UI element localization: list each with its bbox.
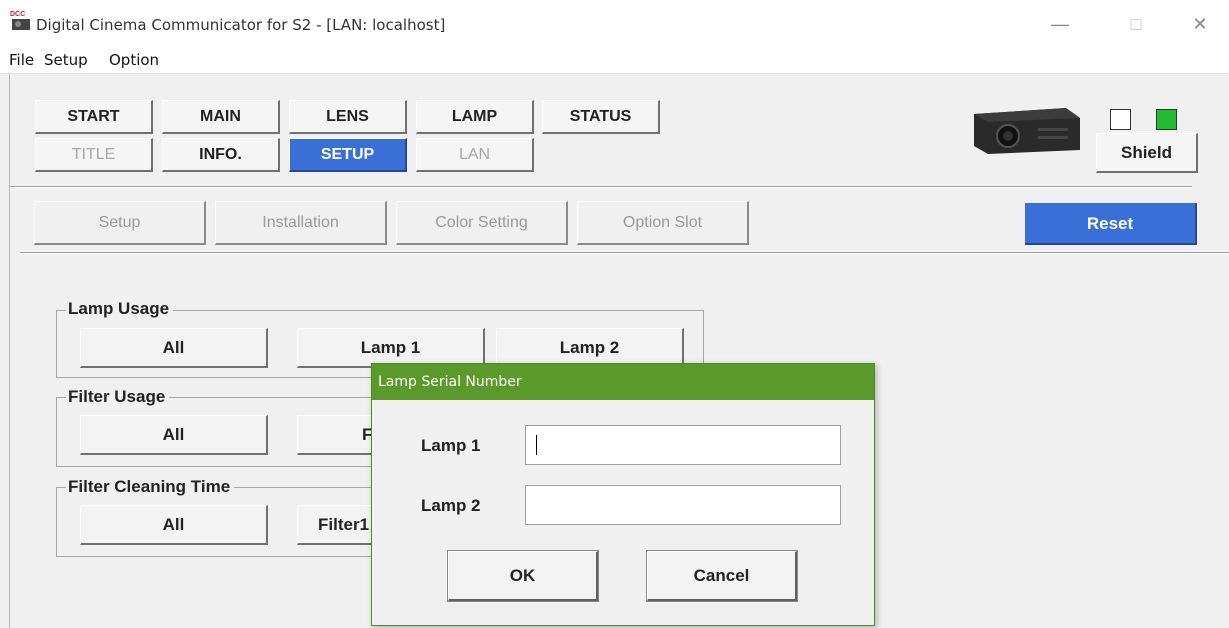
tab-lamp[interactable]: LAMP xyxy=(416,100,534,134)
lamp1-label: Lamp 1 xyxy=(421,436,481,455)
filter-usage-all-button[interactable]: All xyxy=(80,415,268,455)
filter-usage-label: Filter Usage xyxy=(66,387,170,407)
subtab-option-slot[interactable]: Option Slot xyxy=(577,201,749,245)
menu-file[interactable]: File xyxy=(9,51,34,69)
left-edge xyxy=(0,74,10,628)
app-icon: DCC xyxy=(10,10,32,30)
menu-option[interactable]: Option xyxy=(109,51,159,69)
window-title: Digital Cinema Communicator for S2 - [LA… xyxy=(36,16,446,34)
tab-main[interactable]: MAIN xyxy=(162,100,280,134)
tab-lens[interactable]: LENS xyxy=(289,100,407,134)
reset-button[interactable]: Reset xyxy=(1025,203,1197,245)
status-indicator-white xyxy=(1110,109,1131,130)
dialog-title: Lamp Serial Number xyxy=(372,364,874,400)
subtab-setup[interactable]: Setup xyxy=(34,201,206,245)
filter-cleaning-label: Filter Cleaning Time xyxy=(66,477,235,497)
close-button[interactable]: ✕ xyxy=(1180,10,1220,38)
menu-bar: File Setup Option xyxy=(0,44,1229,74)
tab-title[interactable]: TITLE xyxy=(35,138,153,172)
minimize-button[interactable]: — xyxy=(1040,10,1080,38)
tab-setup[interactable]: SETUP xyxy=(289,138,407,172)
filter-cleaning-all-button[interactable]: All xyxy=(80,505,268,545)
ok-button[interactable]: OK xyxy=(447,550,599,602)
lamp-usage-all-button[interactable]: All xyxy=(80,328,268,368)
lamp-usage-label: Lamp Usage xyxy=(66,299,174,319)
maximize-button[interactable]: □ xyxy=(1116,10,1156,38)
tab-status[interactable]: STATUS xyxy=(542,100,660,134)
cancel-button[interactable]: Cancel xyxy=(646,550,798,602)
tab-info[interactable]: INFO. xyxy=(162,138,280,172)
lamp-usage-lamp1-button[interactable]: Lamp 1 xyxy=(297,328,485,368)
lamp-usage-lamp2-button[interactable]: Lamp 2 xyxy=(496,328,684,368)
lamp2-label: Lamp 2 xyxy=(421,496,481,515)
status-indicator-green xyxy=(1156,109,1177,130)
lamp1-serial-input[interactable] xyxy=(525,425,841,465)
separator-top-highlight xyxy=(10,187,1192,188)
tab-lan[interactable]: LAN xyxy=(416,138,534,172)
svg-text:DCC: DCC xyxy=(10,11,25,18)
tab-start[interactable]: START xyxy=(35,100,153,134)
projector-image xyxy=(974,108,1080,154)
menu-setup[interactable]: Setup xyxy=(44,51,88,69)
shield-button[interactable]: Shield xyxy=(1096,133,1198,173)
separator-sub-highlight xyxy=(20,253,1229,254)
subtab-installation[interactable]: Installation xyxy=(215,201,387,245)
text-caret xyxy=(536,435,537,455)
title-bar: DCC Digital Cinema Communicator for S2 -… xyxy=(0,0,1229,44)
subtab-color-setting[interactable]: Color Setting xyxy=(396,201,568,245)
lamp2-serial-input[interactable] xyxy=(525,485,841,525)
lamp-serial-dialog: Lamp Serial Number Lamp 1 Lamp 2 OK Canc… xyxy=(371,363,875,626)
